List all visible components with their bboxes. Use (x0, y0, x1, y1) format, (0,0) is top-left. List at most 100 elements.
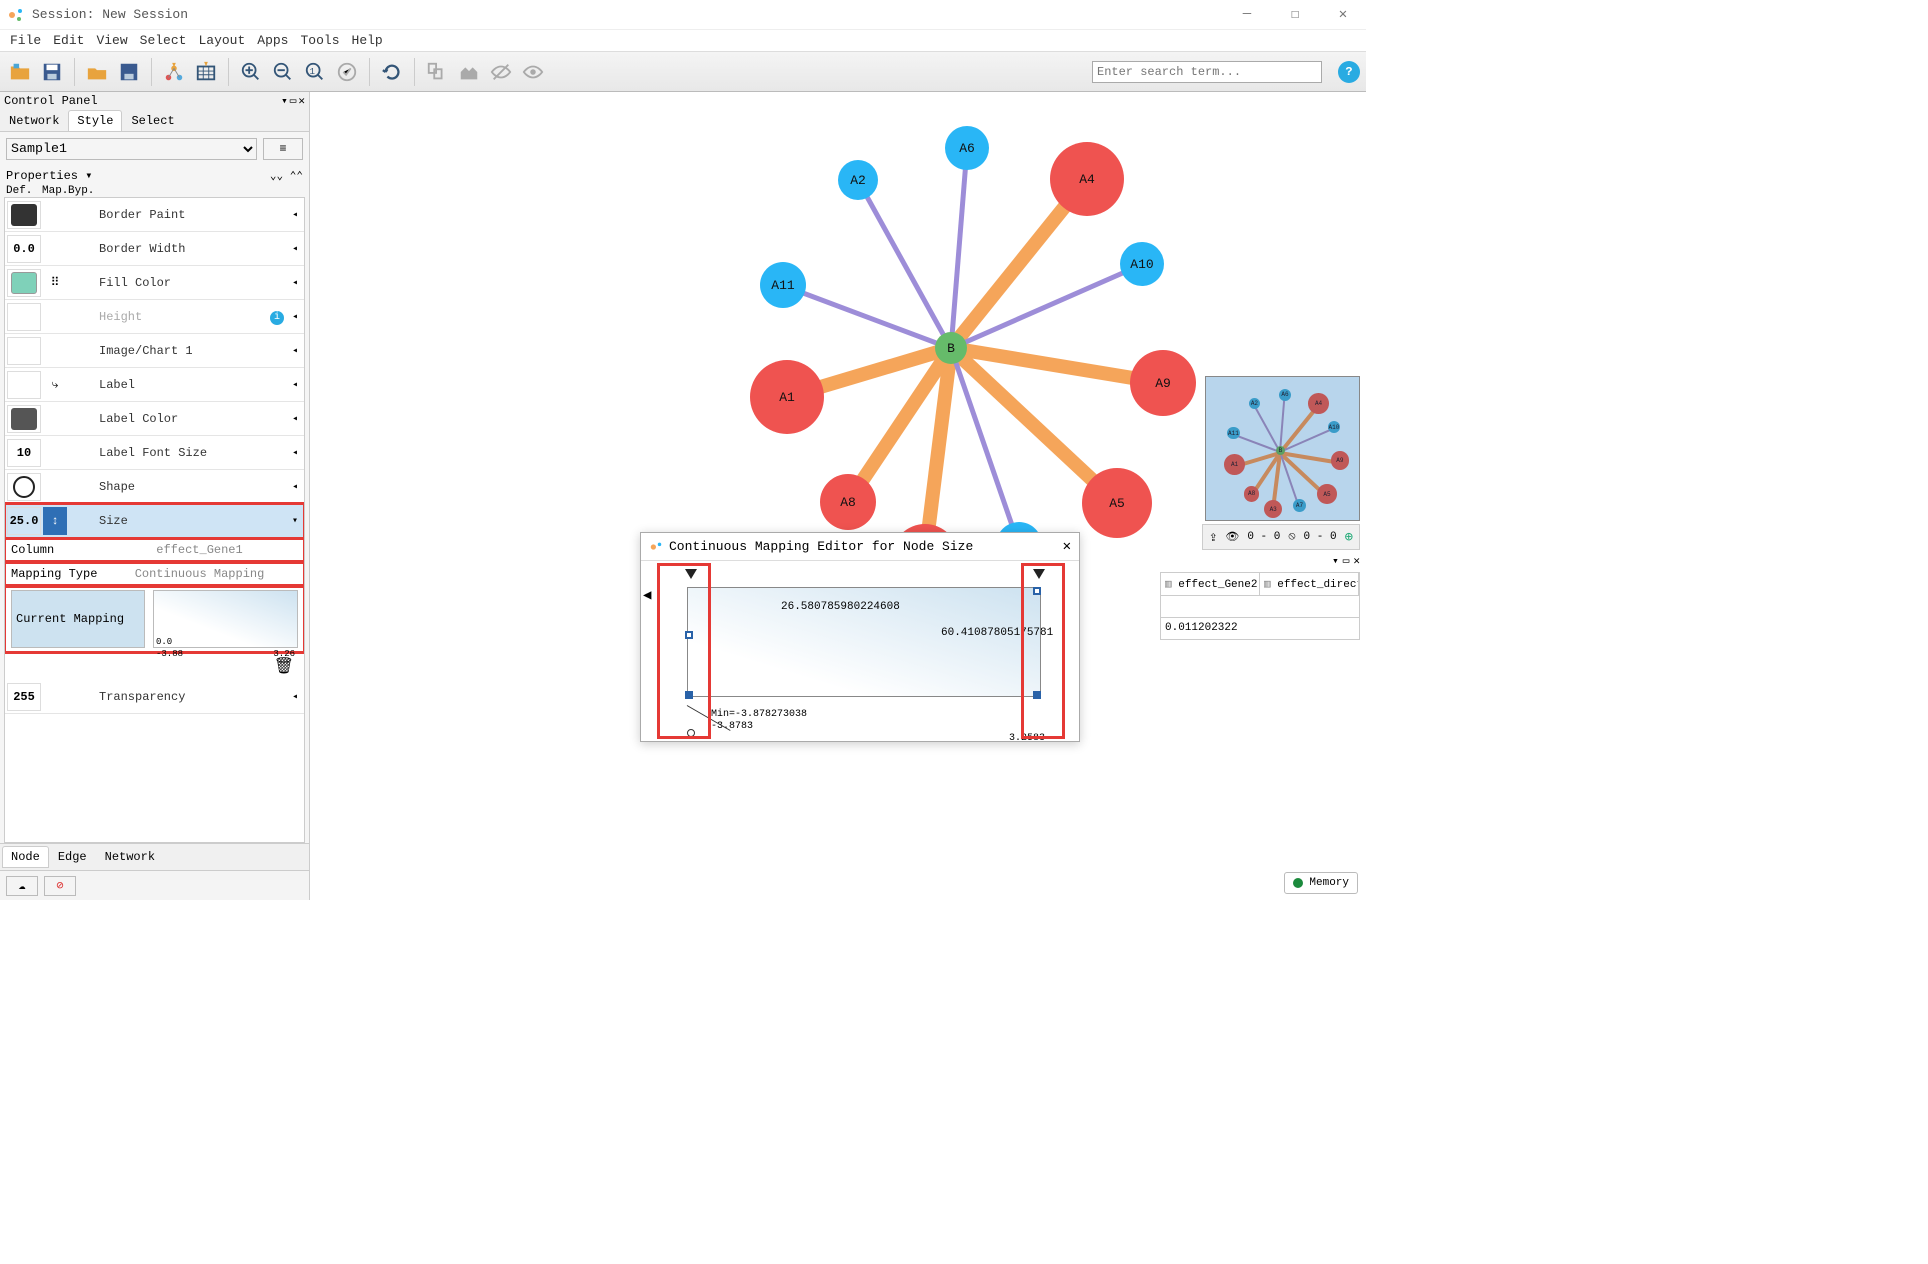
overview-panel[interactable]: BA1A2A3A4A5A6A7A8A9A10A11 (1205, 376, 1360, 521)
prop-default[interactable] (7, 303, 41, 331)
prop-row-size[interactable]: 25.0↕Size▾ (5, 504, 304, 538)
help-icon[interactable]: ? (1338, 61, 1360, 83)
edge-B-A2[interactable] (856, 179, 953, 349)
prop-default[interactable] (7, 269, 41, 297)
prop-row-shape[interactable]: Shape◂ (5, 470, 304, 504)
node-A1[interactable]: A1 (750, 360, 824, 434)
save-network-icon[interactable] (115, 58, 143, 86)
menu-apps[interactable]: Apps (251, 33, 294, 48)
style-menu-icon[interactable]: ≡ (263, 138, 303, 160)
prop-mapping[interactable]: ⠿ (43, 269, 67, 297)
prop-mapping[interactable] (43, 683, 67, 711)
style-selector[interactable]: Sample1 (6, 138, 257, 160)
prop-bypass[interactable] (67, 235, 93, 263)
prop-bypass[interactable] (67, 201, 93, 229)
import-network-icon[interactable] (160, 58, 188, 86)
prop-row-label-color[interactable]: Label Color◂ (5, 402, 304, 436)
open-network-icon[interactable] (83, 58, 111, 86)
node-A5[interactable]: A5 (1082, 468, 1152, 538)
prop-default[interactable]: 25.0 (7, 507, 41, 535)
eye-slash-icon[interactable]: ⦸ (1288, 531, 1295, 543)
minimize-button[interactable]: — (1232, 6, 1262, 23)
prop-default[interactable] (7, 405, 41, 433)
table-float-icon[interactable]: ▭ (1343, 554, 1350, 572)
col-effect-gene2[interactable]: ▥ effect_Gene2 (1161, 573, 1260, 595)
zoom-out-icon[interactable] (269, 58, 297, 86)
refresh-icon[interactable] (378, 58, 406, 86)
export-icon[interactable]: ⇪ (1209, 529, 1217, 546)
expand-arrow-icon[interactable]: ◂ (286, 379, 304, 391)
delete-mapping-icon[interactable]: 🗑 (274, 658, 294, 676)
prop-row-height[interactable]: Heighti◂ (5, 300, 304, 334)
open-session-icon[interactable] (6, 58, 34, 86)
collapse-all-icon[interactable]: ⌄⌄ (270, 171, 283, 183)
node-A8[interactable]: A8 (820, 474, 876, 530)
node-A10[interactable]: A10 (1120, 242, 1164, 286)
expand-arrow-icon[interactable]: ◂ (286, 311, 304, 323)
prop-default[interactable]: 255 (7, 683, 41, 711)
prop-bypass[interactable] (67, 405, 93, 433)
hide-icon[interactable] (487, 58, 515, 86)
expand-arrow-icon[interactable]: ◂ (286, 481, 304, 493)
prop-mapping[interactable] (43, 235, 67, 263)
panel-close-icon[interactable]: ✕ (298, 94, 305, 108)
first-neighbors-icon[interactable] (423, 58, 451, 86)
prop-row-label-font-size[interactable]: 10Label Font Size◂ (5, 436, 304, 470)
prop-row-fill-color[interactable]: ⠿Fill Color◂ (5, 266, 304, 300)
prop-default[interactable]: 10 (7, 439, 41, 467)
node-A2[interactable]: A2 (838, 160, 878, 200)
menu-edit[interactable]: Edit (47, 33, 90, 48)
memory-button[interactable]: Memory (1284, 872, 1358, 894)
table-menu-icon[interactable]: ▾ (1332, 554, 1339, 572)
zoom-in-icon[interactable] (237, 58, 265, 86)
expand-arrow-icon[interactable]: ◂ (286, 447, 304, 459)
panel-dropdown-icon[interactable]: ▾ (281, 94, 288, 108)
network-view[interactable]: BA1A2A3A4A5A6A7A8A9A10A11 BA1A2A3A4A5A6A… (310, 92, 1366, 900)
show-icon[interactable] (519, 58, 547, 86)
menu-layout[interactable]: Layout (192, 33, 251, 48)
prop-mapping[interactable] (43, 439, 67, 467)
edge-B-A11[interactable] (782, 283, 952, 351)
node-B[interactable]: B (935, 332, 967, 364)
prop-default[interactable] (7, 201, 41, 229)
prop-bypass[interactable] (67, 683, 93, 711)
table-close-icon[interactable]: ✕ (1353, 554, 1360, 572)
save-session-icon[interactable] (38, 58, 66, 86)
bottom-tab-network[interactable]: Network (96, 846, 164, 868)
prop-bypass[interactable] (67, 303, 93, 331)
properties-dropdown-icon[interactable]: ▾ (85, 169, 92, 183)
menu-help[interactable]: Help (346, 33, 389, 48)
menu-file[interactable]: File (4, 33, 47, 48)
prop-row-border-paint[interactable]: Border Paint◂ (5, 198, 304, 232)
prop-bypass[interactable] (67, 371, 93, 399)
fit-icon[interactable]: ⊕ (1345, 529, 1353, 546)
cloud-icon[interactable]: ☁ (6, 876, 38, 896)
prop-mapping[interactable] (43, 405, 67, 433)
prop-bypass[interactable] (67, 473, 93, 501)
mapping-type-row[interactable]: Mapping TypeContinuous Mapping (5, 562, 304, 586)
stop-icon[interactable]: ⊘ (44, 876, 76, 896)
expand-arrow-icon[interactable]: ◂ (286, 209, 304, 221)
expand-arrow-icon[interactable]: ◂ (286, 277, 304, 289)
expand-arrow-icon[interactable]: ◂ (286, 691, 304, 703)
menu-view[interactable]: View (90, 33, 133, 48)
current-mapping-row[interactable]: Current Mapping0.0-3.883.26 (5, 586, 304, 652)
eye-icon[interactable]: 👁 (1225, 530, 1239, 544)
node-A11[interactable]: A11 (760, 262, 806, 308)
prop-bypass[interactable] (67, 269, 93, 297)
home-icon[interactable] (455, 58, 483, 86)
expand-all-icon[interactable]: ⌃⌃ (290, 171, 303, 183)
prop-row-image-chart-1[interactable]: Image/Chart 1◂ (5, 334, 304, 368)
node-A9[interactable]: A9 (1130, 350, 1196, 416)
node-A6[interactable]: A6 (945, 126, 989, 170)
panel-float-icon[interactable]: ▭ (290, 94, 297, 108)
expand-arrow-icon[interactable]: ◂ (286, 413, 304, 425)
prop-default[interactable] (7, 371, 41, 399)
bottom-tab-edge[interactable]: Edge (49, 846, 96, 868)
tab-network[interactable]: Network (0, 110, 68, 131)
prop-bypass[interactable] (67, 439, 93, 467)
close-button[interactable]: ✕ (1328, 6, 1358, 23)
prop-row-transparency[interactable]: 255Transparency◂ (5, 680, 304, 714)
prop-default[interactable] (7, 337, 41, 365)
prop-bypass[interactable] (67, 337, 93, 365)
